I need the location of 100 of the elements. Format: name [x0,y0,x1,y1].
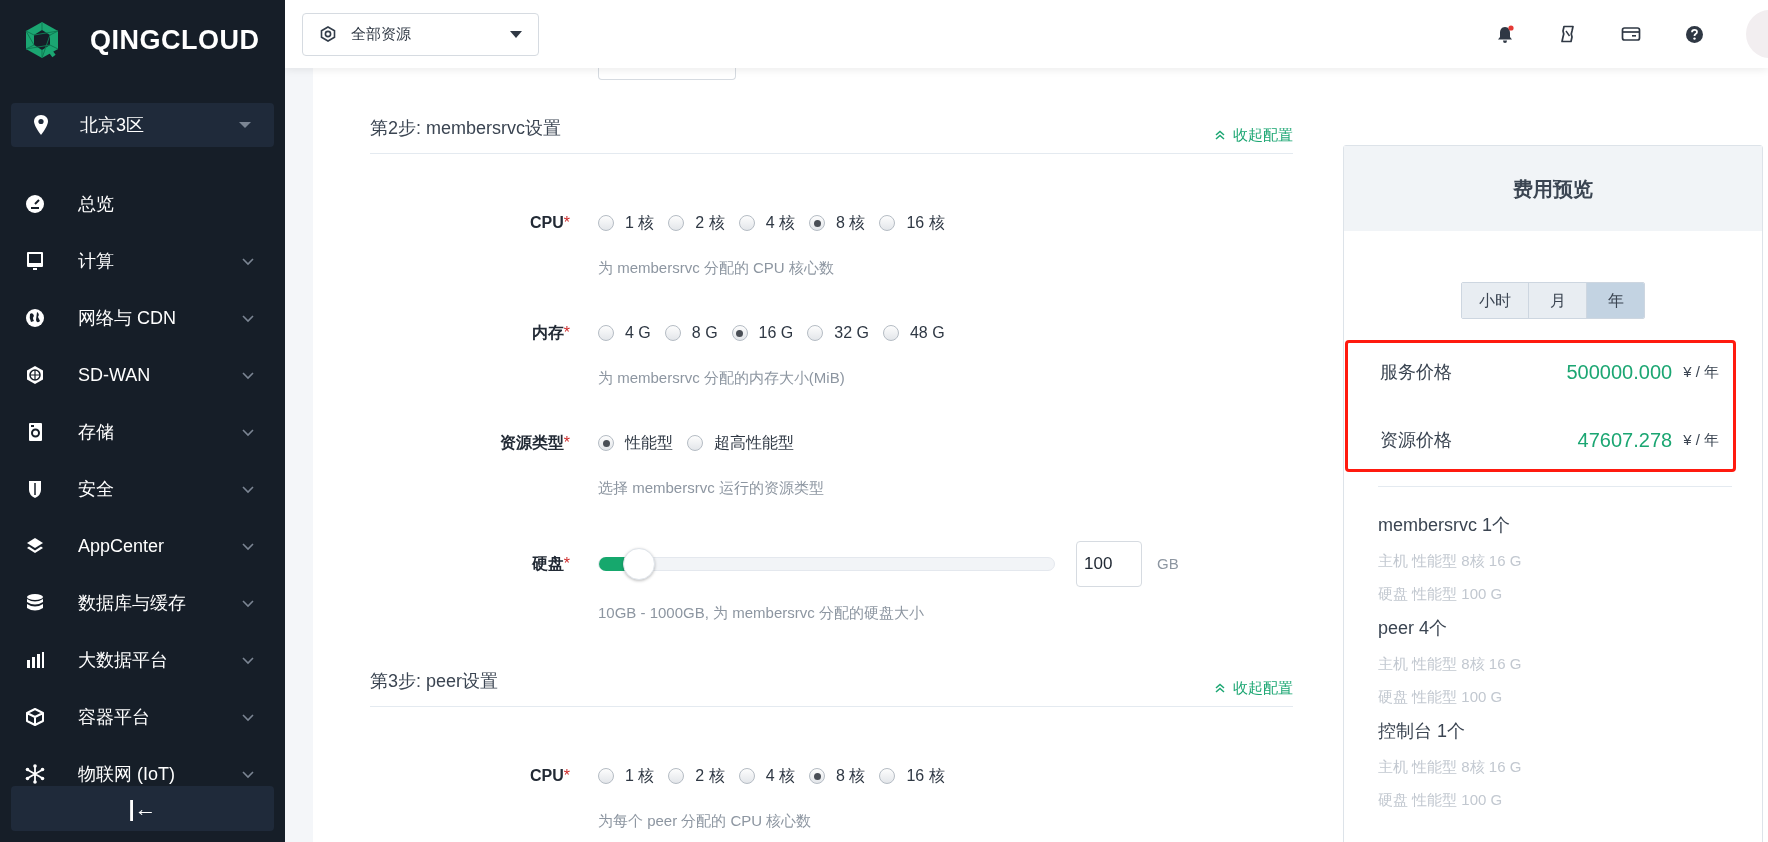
sidebar-item[interactable]: AppCenter [0,534,285,558]
layers-icon [25,536,45,556]
panel-title: 费用预览 [1513,176,1593,202]
sidebar-item[interactable]: 容器平台 [0,705,285,729]
radio-option[interactable]: 4 核 [738,764,796,788]
sidebar-item[interactable]: 大数据平台 [0,648,285,672]
price-amount: 500000.000 [1566,360,1673,385]
slider-track[interactable] [598,557,1055,571]
summary-line: 硬盘 性能型 100 G [1378,687,1504,707]
field-label: 内存* [531,323,570,343]
sidebar-item[interactable]: 存储 [0,420,285,444]
ticket-icon[interactable] [1559,25,1577,43]
double-chevron-up-icon [1215,683,1225,694]
summary-line: 主机 性能型 8核 16 G [1378,551,1523,571]
radio-button[interactable] [738,215,755,231]
caret-down-icon [510,30,522,38]
radio-button[interactable] [687,435,703,451]
field-hint: 为 membersrvc 分配的内存大小(MiB) [598,368,846,388]
radio-button[interactable] [598,768,614,784]
sidebar-item[interactable]: 物联网 (IoT) [0,762,285,786]
radio-option[interactable]: 超高性能型 [687,431,794,455]
summary-title: membersrvc 1个 [1378,514,1512,537]
snowflake-icon [25,764,45,784]
field-hint: 为每个 peer 分配的 CPU 核心数 [598,811,813,831]
brand-name: QINGCLOUD [90,23,260,57]
scope-selector[interactable]: 全部资源 [302,12,539,56]
radio-button[interactable] [668,215,685,231]
number-input[interactable]: 100 [1076,541,1142,587]
section-title: 第2步: membersrvc设置 [370,117,562,140]
location-pin-icon [33,114,49,136]
field-hint: 10GB - 1000GB, 为 membersrvc 分配的硬盘大小 [598,603,925,623]
radio-button[interactable] [598,325,614,341]
help-icon[interactable] [1685,24,1704,44]
hexagon-icon [25,365,45,385]
radio-button[interactable] [809,768,826,784]
globe-icon [25,308,45,328]
radio-button[interactable] [738,768,755,784]
radio-button[interactable] [807,325,824,341]
summary-line: 硬盘 性能型 100 G [1378,584,1504,604]
radio-button[interactable] [664,325,681,341]
radio-option[interactable]: 8 核 [809,211,866,235]
summary-line: 主机 性能型 8核 16 G [1378,757,1523,777]
radio-button[interactable] [879,215,896,231]
hexagon-icon [320,26,336,42]
sidebar-item[interactable]: 安全 [0,477,285,501]
radio-button[interactable] [879,768,896,784]
summary-line: 主机 性能型 8核 16 G [1378,654,1523,674]
radio-option[interactable]: 16 核 [879,764,945,788]
cube-icon [25,707,45,727]
region-selector[interactable]: 北京3区 [11,103,274,147]
unit-label: GB [1157,553,1179,574]
radio-option[interactable]: 16 G [731,321,794,345]
collapse-sidebar-button[interactable]: |← [11,786,274,831]
notification-bell-icon[interactable] [1496,24,1515,44]
summary-title: 控制台 1个 [1378,720,1466,743]
radio-button[interactable] [668,768,685,784]
radio-button[interactable] [809,215,826,231]
radio-option[interactable]: 8 G [664,321,718,345]
radio-option[interactable]: 2 核 [668,764,725,788]
slider-thumb[interactable] [623,548,656,580]
sidebar-item[interactable]: SD-WAN [0,363,285,387]
radio-option[interactable]: 性能型 [598,431,673,455]
sidebar-item[interactable]: 网络与 CDN [0,306,285,330]
radio-option[interactable]: 8 核 [809,764,866,788]
period-tab[interactable]: 小时 [1462,283,1528,318]
radio-button[interactable] [598,435,614,451]
field-label: 硬盘* [531,554,570,574]
radio-option[interactable]: 32 G [807,321,869,345]
radio-option[interactable]: 16 核 [879,211,945,235]
sidebar-item[interactable]: 数据库与缓存 [0,591,285,615]
price-label: 资源价格 [1380,428,1453,452]
field-hint: 选择 membersrvc 运行的资源类型 [598,478,824,498]
radio-option[interactable]: 2 核 [668,211,725,235]
radio-option[interactable]: 48 G [882,321,945,345]
summary-line: 硬盘 性能型 100 G [1378,790,1504,810]
radio-option[interactable]: 4 核 [738,211,796,235]
field-hint: 为 membersrvc 分配的 CPU 核心数 [598,258,835,278]
radio-option[interactable]: 1 核 [598,211,655,235]
radio-button[interactable] [598,215,614,231]
caret-down-icon [238,121,252,129]
radio-button[interactable] [882,325,899,341]
section-title: 第3步: peer设置 [370,670,499,693]
sidebar-item[interactable]: 计算 [0,249,285,273]
bar-chart-icon [25,650,45,670]
gauge-icon [25,194,45,214]
price-label: 服务价格 [1380,360,1453,384]
period-tab[interactable]: 年 [1586,283,1644,318]
input-field[interactable] [598,68,736,80]
radio-option[interactable]: 4 G [598,321,651,345]
field-label: 资源类型* [499,433,570,453]
radio-option[interactable]: 1 核 [598,764,655,788]
monitor-icon [25,251,45,271]
sidebar-item[interactable]: 总览 [0,192,285,216]
field-label: CPU* [530,766,570,786]
summary-title: peer 4个 [1378,617,1449,640]
wallet-icon[interactable] [1621,26,1641,42]
price-amount: 47607.278 [1577,428,1673,453]
radio-button[interactable] [731,325,748,341]
period-tab[interactable]: 月 [1528,283,1586,318]
price-unit: ¥ / 年 [1683,429,1719,450]
